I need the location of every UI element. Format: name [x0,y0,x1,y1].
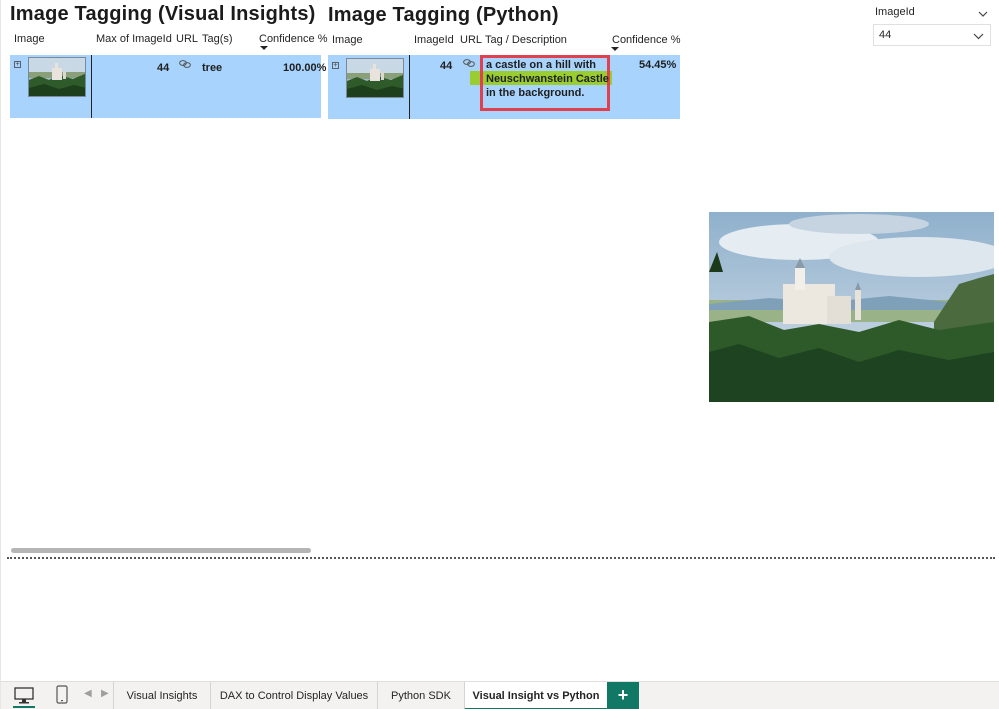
chevron-down-icon[interactable] [978,5,988,23]
col-header-confidence[interactable]: Confidence % [612,34,681,46]
description-line: Neuschwanstein Castle [486,73,609,85]
castle-image [709,212,994,402]
imageid-value: 44 [440,60,453,72]
phone-icon[interactable] [56,685,68,709]
sort-desc-icon [611,47,619,51]
sort-desc-icon [260,46,268,50]
slicer-title: ImageId [875,6,915,18]
add-page-button[interactable]: + [607,682,639,709]
report-canvas: Image Tagging (Visual Insights) Image Ta… [0,0,999,709]
tab-python-sdk[interactable]: Python SDK [377,682,464,709]
chevron-right-icon[interactable]: ▶ [101,688,109,699]
horizontal-scrollbar[interactable] [11,548,311,553]
expand-icon[interactable]: + [14,61,21,68]
col-header-imageid[interactable]: ImageId [414,34,454,46]
tab-dax-control[interactable]: DAX to Control Display Values [210,682,377,709]
visual-insights-title: Image Tagging (Visual Insights) [10,3,316,25]
dotted-divider [7,557,995,559]
col-header-image[interactable]: Image [14,33,45,45]
column-divider [409,55,410,119]
description-line: a castle on a hill with [486,59,597,71]
description-line: in the background. [486,87,585,99]
active-view-indicator [13,706,35,708]
python-title: Image Tagging (Python) [328,4,559,26]
col-header-url[interactable]: URL [460,34,482,46]
table-row[interactable]: + 44 a castle on a hill with Neuschwanst… [328,55,680,119]
slicer-value: 44 [879,29,892,41]
expand-icon[interactable]: + [332,62,339,69]
col-header-url[interactable]: URL [176,33,198,45]
chevron-left-icon[interactable]: ◀ [84,688,92,699]
col-header-tag-description[interactable]: Tag / Description [485,34,567,46]
col-header-image[interactable]: Image [332,34,363,46]
tab-visual-insight-vs-python[interactable]: Visual Insight vs Python [464,682,607,709]
col-header-confidence[interactable]: Confidence % [259,33,328,45]
col-header-tags[interactable]: Tag(s) [202,33,233,45]
column-divider [91,55,92,118]
python-table[interactable]: Image ImageId URL Tag / Description Conf… [328,34,681,119]
imageid-value: 44 [157,62,170,74]
tag-value: tree [202,62,223,74]
table-row[interactable]: + 44 tree 100.00% [10,55,326,118]
link-icon[interactable] [463,58,475,71]
castle-thumbnail [28,57,86,97]
col-header-max-imageid[interactable]: Max of ImageId [96,33,172,45]
castle-thumbnail [346,58,404,98]
tab-visual-insights[interactable]: Visual Insights [113,682,210,709]
chevron-down-icon[interactable] [973,31,984,43]
visual-insights-table[interactable]: Image Max of ImageId URL Tag(s) Confiden… [10,33,328,118]
page-tab-bar: ◀ ▶ Visual Insights DAX to Control Displ… [1,681,999,709]
imageid-slicer-dropdown[interactable]: 44 [873,24,991,46]
confidence-value: 54.45% [639,59,677,71]
link-icon[interactable] [179,59,191,72]
confidence-value: 100.00% [283,62,327,74]
